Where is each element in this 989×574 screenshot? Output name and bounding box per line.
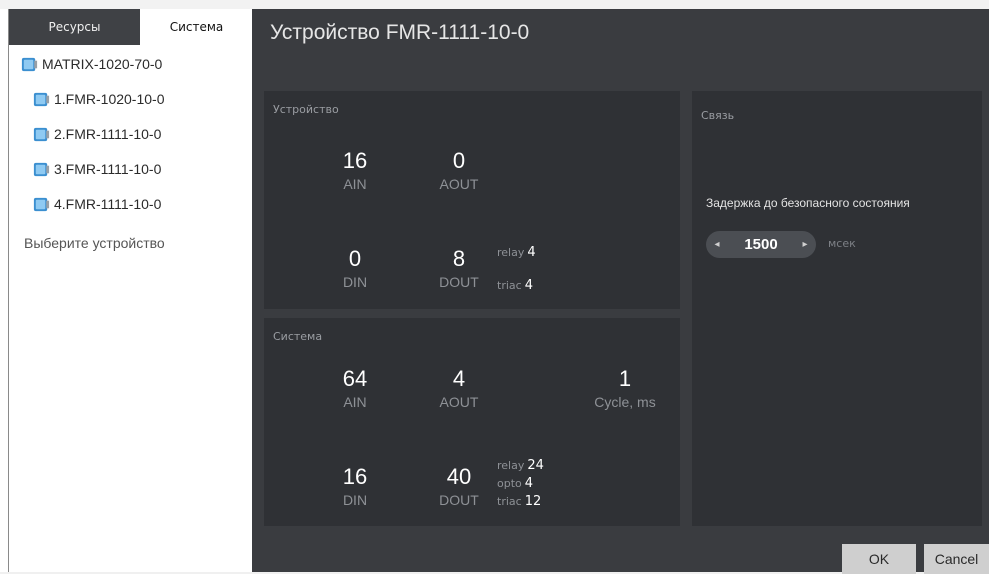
select-device-hint: Выберите устройство (24, 235, 165, 251)
device-icon (33, 92, 50, 106)
device-aout-value: 0 (452, 148, 466, 173)
left-panel: Ресурсы Система MATRIX-1020-70-0 1.FMR-1… (8, 9, 253, 572)
device-triac-label: triac (497, 279, 522, 292)
system-relay-label: relay (497, 459, 525, 472)
device-icon (33, 162, 50, 176)
system-ain-value: 64 (342, 366, 368, 391)
device-din-label: DIN (342, 274, 368, 290)
system-card: Система 64 AIN 4 AOUT 1 Cycle, ms 16 DIN… (264, 318, 680, 526)
tree-item-label: 1.FMR-1020-10-0 (54, 91, 165, 107)
app-window: Ресурсы Система MATRIX-1020-70-0 1.FMR-1… (0, 0, 989, 574)
system-dout-stat: 40 DOUT (434, 464, 484, 508)
device-relay: relay 4 (497, 245, 536, 260)
system-cycle-label: Cycle, ms (594, 394, 656, 410)
system-aout-stat: 4 AOUT (434, 366, 484, 410)
safe-state-delay-label: Задержка до безопасного состояния (706, 196, 910, 210)
tree-item-1[interactable]: 1.FMR-1020-10-0 (32, 86, 165, 112)
device-relay-value: 4 (527, 245, 536, 260)
main-area: Устройство FMR-1111-10-0 Устройство 16 A… (252, 9, 989, 574)
system-triac: triac 12 (497, 494, 541, 509)
system-aout-label: AOUT (439, 394, 479, 410)
tree-item-label: 2.FMR-1111-10-0 (54, 126, 162, 142)
system-triac-value: 12 (524, 494, 542, 509)
tree-item-label: MATRIX-1020-70-0 (42, 56, 163, 72)
device-relay-label: relay (497, 246, 525, 259)
device-icon (33, 127, 50, 141)
tree-item-4[interactable]: 4.FMR-1111-10-0 (32, 191, 161, 217)
device-triac: triac 4 (497, 278, 533, 293)
device-icon (33, 197, 50, 211)
system-opto-value: 4 (524, 476, 534, 491)
tree-item-label: 4.FMR-1111-10-0 (54, 196, 162, 212)
tab-system[interactable]: Система (140, 9, 253, 45)
increment-icon[interactable]: ▸ (794, 239, 816, 250)
system-dout-value: 40 (446, 464, 472, 489)
system-din-label: DIN (342, 492, 368, 508)
delay-value[interactable]: 1500 (728, 236, 794, 253)
system-aout-value: 4 (452, 366, 466, 391)
device-triac-value: 4 (524, 278, 533, 293)
cancel-button[interactable]: Cancel (924, 544, 989, 574)
system-ain-label: AIN (343, 394, 367, 410)
device-aout-stat: 0 AOUT (434, 148, 484, 192)
device-ain-value: 16 (342, 148, 368, 173)
system-ain-stat: 64 AIN (330, 366, 380, 410)
tree-item-2[interactable]: 2.FMR-1111-10-0 (32, 121, 161, 147)
system-opto: opto 4 (497, 476, 533, 491)
system-card-title: Система (273, 330, 323, 343)
system-dout-label: DOUT (439, 492, 479, 508)
system-opto-label: opto (497, 477, 522, 490)
page-title: Устройство FMR-1111-10-0 (270, 21, 530, 44)
delay-unit: мсек (828, 237, 856, 250)
tree-item-3[interactable]: 3.FMR-1111-10-0 (32, 156, 161, 182)
device-ain-stat: 16 AIN (330, 148, 380, 192)
system-relay-value: 24 (527, 458, 544, 473)
tab-resources[interactable]: Ресурсы (9, 9, 140, 45)
device-din-stat: 0 DIN (330, 246, 380, 290)
link-card: Связь Задержка до безопасного состояния … (692, 91, 982, 526)
delay-stepper[interactable]: ◂ 1500 ▸ (706, 231, 816, 258)
decrement-icon[interactable]: ◂ (706, 239, 728, 250)
system-din-stat: 16 DIN (330, 464, 380, 508)
device-aout-label: AOUT (439, 176, 479, 192)
system-cycle-stat: 1 Cycle, ms (580, 366, 670, 410)
device-dout-value: 8 (452, 246, 466, 271)
system-relay: relay 24 (497, 458, 544, 473)
system-din-value: 16 (342, 464, 368, 489)
tree-item-root[interactable]: MATRIX-1020-70-0 (20, 51, 162, 77)
device-ain-label: AIN (343, 176, 367, 192)
device-din-value: 0 (348, 246, 362, 271)
device-card-title: Устройство (273, 103, 339, 116)
system-triac-label: triac (497, 495, 522, 508)
tree-item-label: 3.FMR-1111-10-0 (54, 161, 162, 177)
device-card: Устройство 16 AIN 0 AOUT 0 DIN 8 DOUT re… (264, 91, 680, 309)
link-card-title: Связь (701, 109, 735, 122)
device-icon (21, 57, 38, 71)
device-dout-stat: 8 DOUT (434, 246, 484, 290)
top-strip (0, 0, 989, 9)
system-cycle-value: 1 (618, 366, 632, 391)
device-dout-label: DOUT (439, 274, 479, 290)
ok-button[interactable]: OK (842, 544, 916, 574)
